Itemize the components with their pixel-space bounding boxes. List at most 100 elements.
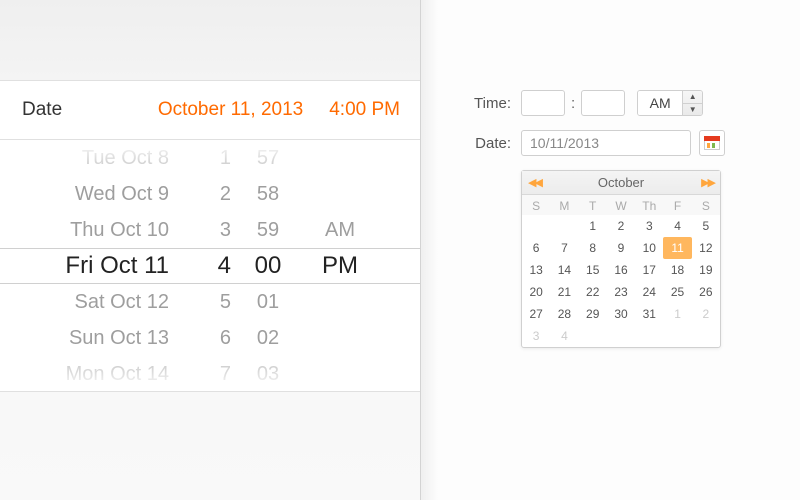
picker-day-column[interactable]: Tue Oct 8 Wed Oct 9 Thu Oct 10 Fri Oct 1… [0, 140, 175, 392]
picker-ampm-option[interactable] [310, 356, 370, 392]
picker-hour-option[interactable]: 5 [185, 284, 231, 320]
calendar-day-selected[interactable]: 11 [663, 237, 691, 259]
calendar-day[interactable]: 6 [522, 237, 550, 259]
calendar-day[interactable]: 9 [607, 237, 635, 259]
calendar-header: ◀◀ October ▶▶ [522, 171, 720, 195]
mobile-datetime-pane: Date October 11, 2013 4:00 PM Tue Oct 8 … [0, 0, 420, 500]
picker-minute-option[interactable]: 57 [238, 140, 298, 176]
time-row: Time: : AM ▲ ▼ [461, 90, 800, 116]
calendar-day[interactable]: 4 [663, 215, 691, 237]
picker-minute-option[interactable]: 59 [238, 212, 298, 248]
calendar-day[interactable]: 2 [607, 215, 635, 237]
picker-minute-option[interactable]: 03 [238, 356, 298, 392]
time-label: Time: [461, 95, 511, 112]
calendar-day[interactable]: 25 [663, 281, 691, 303]
calendar-prev-icon[interactable]: ◀◀ [528, 176, 541, 189]
picker-minute-column[interactable]: 57 58 59 00 01 02 03 [238, 140, 298, 392]
calendar-dow: F [663, 195, 691, 215]
minute-input[interactable] [581, 90, 625, 116]
selected-time-value: 4:00 PM [329, 99, 400, 121]
picker-day-option[interactable]: Thu Oct 10 [0, 212, 169, 248]
picker-ampm-option[interactable] [310, 176, 370, 212]
calendar-day-blank [550, 215, 578, 237]
ampm-value[interactable]: AM [638, 91, 682, 115]
picker-hour-option-selected[interactable]: 4 [185, 248, 231, 284]
picker-hour-option[interactable]: 1 [185, 140, 231, 176]
date-input[interactable] [521, 130, 691, 156]
picker-day-option[interactable]: Tue Oct 8 [0, 140, 169, 176]
picker-hour-option[interactable]: 3 [185, 212, 231, 248]
picker-minute-option[interactable]: 58 [238, 176, 298, 212]
picker-ampm-option[interactable] [310, 140, 370, 176]
calendar-day[interactable]: 16 [607, 259, 635, 281]
calendar-day[interactable]: 19 [692, 259, 720, 281]
picker-hour-option[interactable]: 6 [185, 320, 231, 356]
picker-minute-option[interactable]: 01 [238, 284, 298, 320]
picker-ampm-option[interactable] [310, 284, 370, 320]
calendar-day-other-month[interactable]: 4 [550, 325, 578, 347]
calendar-day[interactable]: 12 [692, 237, 720, 259]
calendar-day-blank [522, 215, 550, 237]
calendar-dow: T [579, 195, 607, 215]
picker-ampm-option[interactable]: AM [310, 212, 370, 248]
calendar-day[interactable]: 10 [635, 237, 663, 259]
date-summary-row[interactable]: Date October 11, 2013 4:00 PM [0, 80, 420, 140]
calendar-day[interactable]: 29 [579, 303, 607, 325]
calendar-grid: SMTWThFS12345678910111213141516171819202… [522, 195, 720, 347]
selected-date-value: October 11, 2013 [158, 99, 303, 121]
calendar-day-other-month[interactable]: 1 [663, 303, 691, 325]
picker-day-option[interactable]: Wed Oct 9 [0, 176, 169, 212]
calendar-day[interactable]: 17 [635, 259, 663, 281]
calendar-day-other-month[interactable]: 2 [692, 303, 720, 325]
picker-ampm-column[interactable]: AM PM [310, 140, 370, 392]
calendar-day[interactable]: 24 [635, 281, 663, 303]
picker-ampm-option-selected[interactable]: PM [310, 248, 370, 284]
calendar-day[interactable]: 18 [663, 259, 691, 281]
calendar-day[interactable]: 21 [550, 281, 578, 303]
calendar-day[interactable]: 7 [550, 237, 578, 259]
picker-day-option[interactable]: Sat Oct 12 [0, 284, 169, 320]
ampm-stepper: AM ▲ ▼ [637, 90, 703, 116]
datetime-wheel-picker[interactable]: Tue Oct 8 Wed Oct 9 Thu Oct 10 Fri Oct 1… [0, 140, 420, 392]
calendar-day[interactable]: 5 [692, 215, 720, 237]
calendar-day[interactable]: 14 [550, 259, 578, 281]
ampm-stepper-buttons: ▲ ▼ [682, 91, 702, 115]
calendar-day[interactable]: 27 [522, 303, 550, 325]
open-calendar-button[interactable] [699, 130, 725, 156]
stepper-up-icon[interactable]: ▲ [683, 91, 702, 104]
stepper-down-icon[interactable]: ▼ [683, 104, 702, 116]
picker-ampm-option[interactable] [310, 320, 370, 356]
calendar-day[interactable]: 28 [550, 303, 578, 325]
calendar-day-other-month[interactable]: 3 [522, 325, 550, 347]
picker-hour-column[interactable]: 1 2 3 4 5 6 7 [185, 140, 235, 392]
picker-day-option[interactable]: Sun Oct 13 [0, 320, 169, 356]
calendar-dow: W [607, 195, 635, 215]
date-row: Date: [461, 130, 800, 156]
calendar-dow: M [550, 195, 578, 215]
calendar-day[interactable]: 13 [522, 259, 550, 281]
picker-hour-option[interactable]: 7 [185, 356, 231, 392]
picker-day-option[interactable]: Mon Oct 14 [0, 356, 169, 392]
time-colon: : [571, 95, 575, 112]
calendar-day[interactable]: 20 [522, 281, 550, 303]
picker-day-option-selected[interactable]: Fri Oct 11 [0, 248, 169, 284]
calendar-day[interactable]: 1 [579, 215, 607, 237]
calendar-day[interactable]: 30 [607, 303, 635, 325]
date-label: Date: [461, 135, 511, 152]
hour-input[interactable] [521, 90, 565, 116]
calendar-icon [704, 136, 720, 150]
calendar-day[interactable]: 26 [692, 281, 720, 303]
picker-columns: Tue Oct 8 Wed Oct 9 Thu Oct 10 Fri Oct 1… [0, 140, 420, 392]
picker-minute-option[interactable]: 02 [238, 320, 298, 356]
calendar-day[interactable]: 23 [607, 281, 635, 303]
calendar-day[interactable]: 22 [579, 281, 607, 303]
desktop-datetime-pane: Time: : AM ▲ ▼ Date: ◀◀ October ▶▶ S MTW T… [420, 0, 800, 500]
calendar-day[interactable]: 3 [635, 215, 663, 237]
calendar-day[interactable]: 15 [579, 259, 607, 281]
calendar-dow: S [692, 195, 720, 215]
calendar-day[interactable]: 31 [635, 303, 663, 325]
calendar-next-icon[interactable]: ▶▶ [701, 176, 714, 189]
picker-minute-option-selected[interactable]: 00 [238, 248, 298, 284]
calendar-day[interactable]: 8 [579, 237, 607, 259]
picker-hour-option[interactable]: 2 [185, 176, 231, 212]
